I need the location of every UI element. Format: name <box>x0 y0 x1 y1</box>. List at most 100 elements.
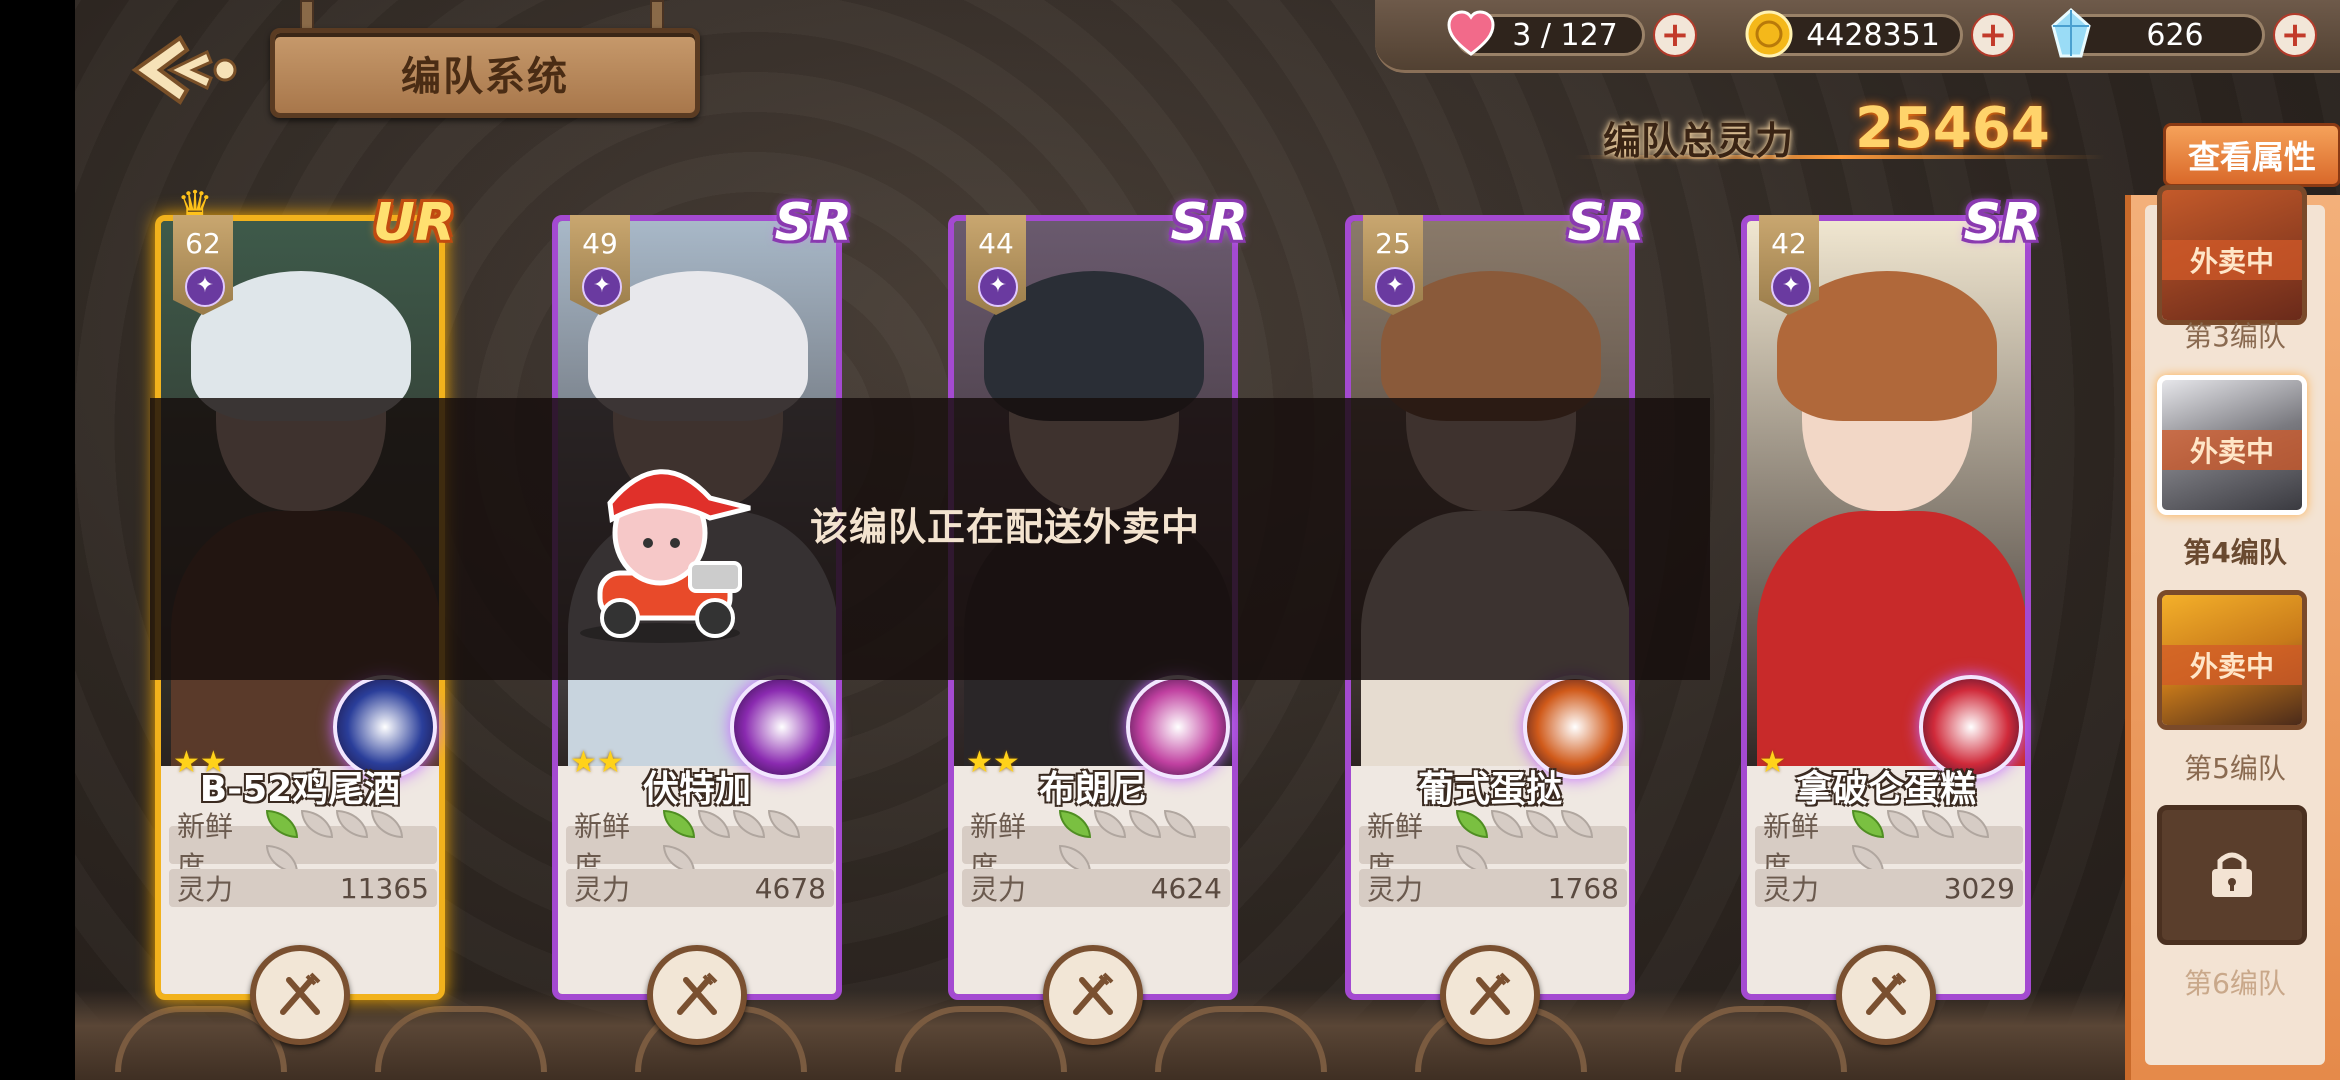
crystal-resource: 626 + <box>2051 8 2317 58</box>
power-value: 3029 <box>1943 871 2015 905</box>
delivery-overlay: 该编队正在配送外卖中 <box>150 398 1710 680</box>
freshness-row: 新鲜度 <box>169 810 437 883</box>
card-frame: 新鲜度 灵力 3029 <box>1741 215 2031 1000</box>
feed-button[interactable] <box>250 945 350 1045</box>
team-3-label: 第3编队 <box>2184 320 2286 353</box>
level-value: 42 <box>1771 227 1807 260</box>
bottom-decoration <box>75 990 2340 1080</box>
crystal-icon <box>2051 8 2091 58</box>
freshness-row: 新鲜度 <box>1755 810 2023 883</box>
level-badge: 62 ✦ <box>173 215 233 315</box>
page-title-text: 编队系统 <box>401 54 569 100</box>
freshness-leaf-icon <box>1921 810 1954 838</box>
star-rank-icon: ✦ <box>185 267 225 307</box>
freshness-row: 新鲜度 <box>1359 810 1627 883</box>
freshness-leaf-icon <box>265 810 298 838</box>
rarity-badge: SR <box>1963 193 2042 253</box>
freshness-leaf-icon <box>1560 810 1593 838</box>
level-badge: 44 ✦ <box>966 215 1026 315</box>
lock-icon <box>2212 852 2252 897</box>
view-attributes-button[interactable]: 查看属性 <box>2163 123 2340 187</box>
team-3-button[interactable]: 外卖中 <box>2157 185 2307 325</box>
freshness-row: 新鲜度 <box>962 810 1230 883</box>
freshness-leaf-icon <box>1886 810 1919 838</box>
power-row: 灵力 4678 <box>566 869 834 907</box>
power-value: 4678 <box>754 871 826 905</box>
feed-button[interactable] <box>1836 945 1936 1045</box>
fork-knife-icon <box>1470 972 1511 1015</box>
freshness-leaf-icon <box>1093 810 1126 838</box>
star-rank-icon: ✦ <box>1375 267 1415 307</box>
power-label: 灵力 <box>970 873 1027 906</box>
character-card[interactable]: 新鲜度 灵力 3029 42 ✦ SR ★ 拿破仑蛋糕 <box>1741 193 2041 1045</box>
level-badge: 42 ✦ <box>1759 215 1819 315</box>
star-rank-icon: ✦ <box>582 267 622 307</box>
level-value: 62 <box>185 227 221 260</box>
power-row: 灵力 11365 <box>169 869 437 907</box>
feed-button[interactable] <box>647 945 747 1045</box>
fork-knife-icon <box>280 972 321 1015</box>
freshness-leaf-icon <box>300 810 333 838</box>
power-row: 灵力 4624 <box>962 869 1230 907</box>
page-title: 编队系统 <box>270 28 700 118</box>
freshness-leaf-icon <box>1128 810 1161 838</box>
team-list: 外卖中 第3编队 外卖中 第4编队 外卖中 第5编队 第6编队 <box>2145 185 2325 1065</box>
level-badge: 49 ✦ <box>570 215 630 315</box>
power-row: 灵力 3029 <box>1755 869 2023 907</box>
freshness-leaf-icon <box>335 810 368 838</box>
team-5-status: 外卖中 <box>2162 645 2302 685</box>
freshness-leaf-icon <box>697 810 730 838</box>
resource-bar: 3 / 127 + 4428351 + 626 + <box>1375 0 2340 73</box>
freshness-leaf-icon <box>370 810 403 838</box>
rarity-badge: SR <box>774 193 853 253</box>
power-label: 灵力 <box>1763 873 1820 906</box>
team-3-status: 外卖中 <box>2162 240 2302 280</box>
fork-knife-icon <box>1866 972 1907 1015</box>
power-value: 4624 <box>1150 871 1222 905</box>
feed-button[interactable] <box>1043 945 1143 1045</box>
team-4-status: 外卖中 <box>2162 430 2302 470</box>
back-arrow-icon <box>131 35 237 105</box>
feed-button[interactable] <box>1440 945 1540 1045</box>
total-power-label: 编队总灵力 <box>1603 119 1794 163</box>
team-6-locked-button[interactable] <box>2157 805 2307 945</box>
rarity-badge: SR <box>1170 193 1249 253</box>
character-name: B-52鸡尾酒 <box>199 769 401 810</box>
power-label: 灵力 <box>177 873 234 906</box>
freshness-leaf-icon <box>1455 810 1488 838</box>
team-4-label: 第4编队 <box>2183 536 2287 569</box>
add-stamina-button[interactable]: + <box>1653 13 1697 57</box>
character-name: 布朗尼 <box>1038 769 1147 810</box>
star-rank-icon: ✦ <box>1771 267 1811 307</box>
level-value: 49 <box>582 227 618 260</box>
level-value: 44 <box>978 227 1014 260</box>
freshness-leaf-icon <box>1851 810 1884 838</box>
freshness-row: 新鲜度 <box>566 810 834 883</box>
power-value: 1768 <box>1547 871 1619 905</box>
heart-icon <box>1447 10 1495 56</box>
team-4-button[interactable]: 外卖中 <box>2157 375 2307 515</box>
power-label: 灵力 <box>1367 873 1424 906</box>
freshness-leaf-icon <box>1956 810 1989 838</box>
star-rank-icon: ✦ <box>978 267 1018 307</box>
level-value: 25 <box>1375 227 1411 260</box>
fork-knife-icon <box>677 972 718 1015</box>
character-name: 伏特加 <box>642 769 751 810</box>
freshness-leaf-icon <box>732 810 765 838</box>
add-crystal-button[interactable]: + <box>2273 13 2317 57</box>
delivery-chibi-icon <box>580 469 751 643</box>
gold-resource: 4428351 + <box>1745 10 2015 58</box>
team-5-button[interactable]: 外卖中 <box>2157 590 2307 730</box>
back-button[interactable] <box>125 30 245 110</box>
freshness-leaf-icon <box>1490 810 1523 838</box>
delivery-message: 该编队正在配送外卖中 <box>810 505 1201 549</box>
freshness-leaf-icon <box>1525 810 1558 838</box>
add-gold-button[interactable]: + <box>1971 13 2015 57</box>
power-label: 灵力 <box>574 873 631 906</box>
character-name: 拿破仑蛋糕 <box>1795 769 1976 810</box>
stamina-resource: 3 / 127 + <box>1447 10 1697 58</box>
team-6-label: 第6编队 <box>2184 967 2286 1000</box>
rarity-badge: UR <box>372 193 455 253</box>
total-power-value: 25464 <box>1855 96 2050 161</box>
rarity-badge: SR <box>1567 193 1646 253</box>
